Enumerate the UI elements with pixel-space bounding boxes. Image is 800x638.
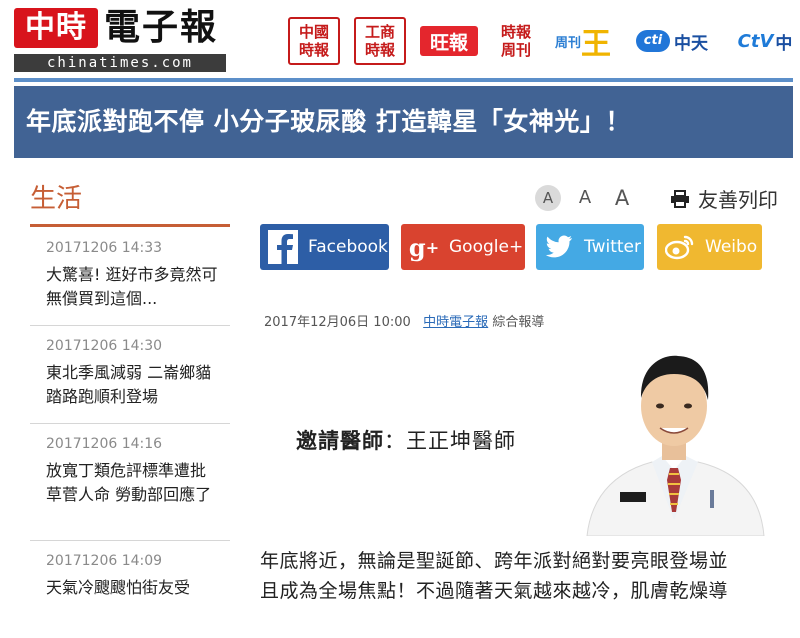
list-item[interactable]: 20171206 14:33 大驚喜! 逛好市多竟然可無償買到這個... [30,228,230,326]
article-tools: A A A 友善列印 [535,184,778,213]
ctv-badge: CtV [737,30,774,52]
print-label: 友善列印 [698,187,778,212]
partner-text: 時報 [298,41,329,59]
article-image: 邀請醫師：王正坤醫師 [262,340,767,537]
google-plus-share-button[interactable]: g + Google+ [401,224,525,270]
twitter-bird-icon [542,230,576,264]
weibo-share-button[interactable]: Weibo [657,224,762,270]
header-divider [14,78,793,82]
article-body: 年底將近，無論是聖誕節、跨年派對絕對要亮眼登場並 且成為全場焦點！不過隨著天氣越… [260,546,770,606]
news-title[interactable]: 天氣冷颼颼怕街友受 [46,576,221,600]
partner-text: 中國 [298,23,329,41]
ctitv-logo[interactable]: cti 中天 [626,20,718,62]
share-bar: Facebook g + Google+ Twitter Weibo [260,224,765,270]
facebook-label: Facebook [308,237,388,257]
partner-mark: 王 [581,27,611,62]
printer-icon [670,189,690,208]
partner-text: 中天 [674,33,708,54]
article-meta: 2017年12月06日 10:00 中時電子報 綜合報導 [264,311,544,330]
doctor-name: ：王正坤醫師 [384,429,516,453]
doctor-caption: 邀請醫師：王正坤醫師 [296,425,516,455]
font-size-small-button[interactable]: A [535,185,561,211]
print-button[interactable]: 友善列印 [670,184,778,213]
sidebar-rule [30,224,230,227]
body-paragraph-line: 年底將近，無論是聖誕節、跨年派對絕對要亮眼登場並 [260,550,729,572]
list-item[interactable]: 20171206 14:30 東北季風減弱 二崙鄉貓踏路跑順利登場 [30,326,230,424]
facebook-icon [266,230,300,264]
weibo-label: Weibo [705,237,758,257]
twitter-share-button[interactable]: Twitter [536,224,644,270]
headline-banner: 年底派對跑不停 小分子玻尿酸 打造韓星「女神光」！ [14,86,793,158]
doctor-prefix: 邀請醫師 [296,429,384,453]
weibo-icon [663,230,697,264]
google-plus-icon: g + [408,232,440,262]
news-title[interactable]: 大驚喜! 逛好市多竟然可無償買到這個... [46,263,221,311]
news-title[interactable]: 放寬丁類危評標準遭批草菅人命 勞動部回應了 [46,459,221,507]
ctitv-badge: cti [636,30,670,52]
font-size-large-button[interactable]: A [609,185,635,211]
article-date: 2017年12月06日 10:00 [264,315,411,330]
news-time: 20171206 14:16 [46,436,163,452]
logo-red-block: 中時 [14,8,98,48]
news-time: 20171206 14:09 [46,553,163,569]
chinatimes-logo[interactable]: 中時 電子報 chinatimes.com [14,6,226,72]
china-times-logo[interactable]: 中國 時報 [288,17,340,65]
font-size-medium-button[interactable]: A [572,185,598,211]
partner-text: 周刊 [500,41,531,59]
partner-text: 工商 [364,23,395,41]
times-weekly-logo[interactable]: 時報 周刊 [492,20,540,62]
logo-title: 電子報 [104,7,219,48]
news-title[interactable]: 東北季風減弱 二崙鄉貓踏路跑順利登場 [46,361,221,409]
site-header: 中時 電子報 chinatimes.com 中國 時報 工商 時報 旺報 時報 周刊 … [0,0,800,80]
news-time: 20171206 14:30 [46,338,163,354]
ctv-logo[interactable]: CtV 中 [732,20,798,62]
body-paragraph-line: 且成為全場焦點！不過隨著天氣越來越冷，肌膚乾燥導 [260,580,729,602]
doctor-photo [582,340,767,537]
source-note: 綜合報導 [492,315,545,330]
partner-text: 旺報 [429,31,468,54]
king-weekly-logo[interactable]: 周刊王 [554,20,612,62]
partner-text: 時報 [500,23,531,41]
partner-logos: 中國 時報 工商 時報 旺報 時報 周刊 周刊王 cti 中天 CtV 中 [288,17,800,65]
partner-text: 周刊 [554,35,581,51]
want-daily-logo[interactable]: 旺報 [420,26,478,56]
commercial-times-logo[interactable]: 工商 時報 [354,17,406,65]
logo-wordmark: 中時 電子報 [14,6,226,50]
partner-text: 時報 [364,41,395,59]
facebook-share-button[interactable]: Facebook [260,224,389,270]
news-time: 20171206 14:33 [46,240,163,256]
logo-domain: chinatimes.com [14,54,226,72]
twitter-label: Twitter [584,237,641,257]
partner-text: 中 [775,33,793,54]
list-item[interactable]: 20171206 14:09 天氣冷颼颼怕街友受 [30,541,230,638]
list-item[interactable]: 20171206 14:16 放寬丁類危評標準遭批草菅人命 勞動部回應了 [30,424,230,541]
article-headline: 年底派對跑不停 小分子玻尿酸 打造韓星「女神光」！ [26,107,631,136]
source-link[interactable]: 中時電子報 [423,315,488,330]
google-plus-label: Google+ [449,237,524,257]
sidebar-news-list: 20171206 14:33 大驚喜! 逛好市多竟然可無償買到這個... 201… [30,228,230,638]
sidebar-title[interactable]: 生活 [30,178,82,215]
